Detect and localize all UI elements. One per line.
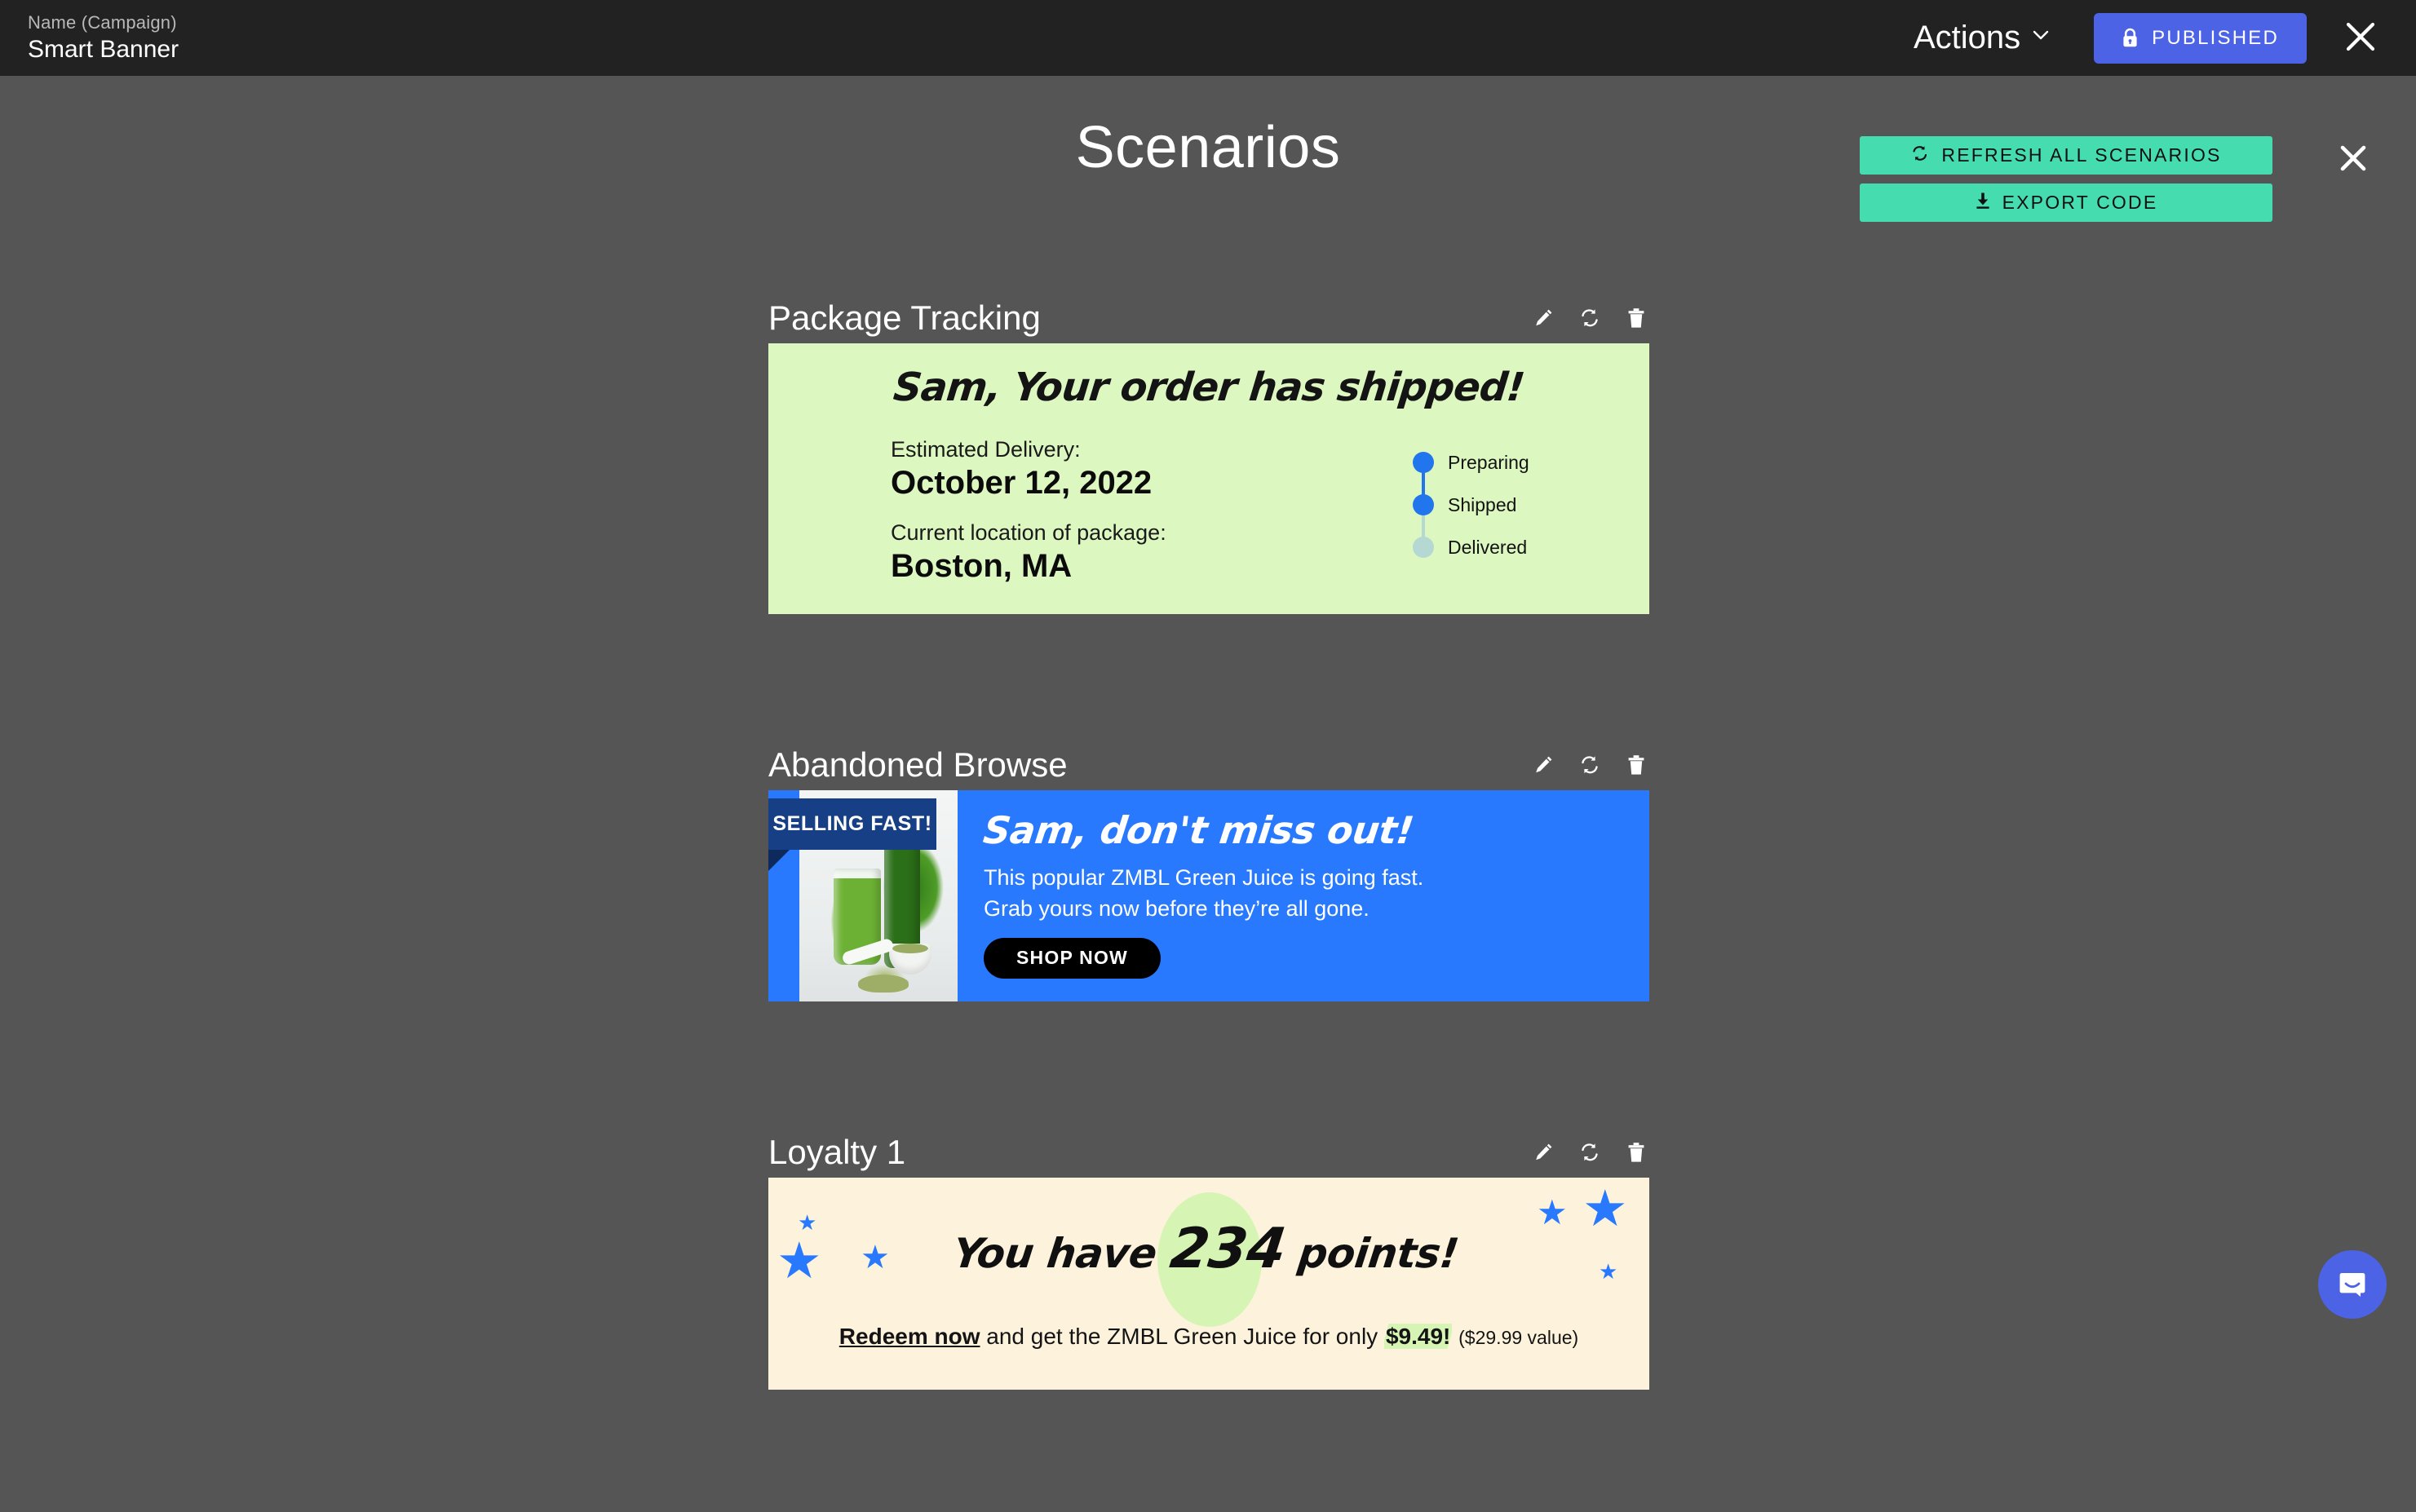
scenario-list: Package Tracking Sam, Your order has shi… — [768, 290, 1649, 1512]
powder-bowl-shape — [889, 944, 931, 975]
scenario-header: Package Tracking — [768, 290, 1649, 335]
current-location-label: Current location of package: — [891, 519, 1166, 545]
scenario-title: Package Tracking — [768, 298, 1041, 337]
timeline-step: Delivered — [1413, 526, 1529, 568]
edit-scenario-button[interactable] — [1530, 1139, 1556, 1165]
trash-icon — [1627, 754, 1645, 776]
banner-headline: Sam, don't miss out! — [980, 808, 1417, 852]
banner-headline: You have 234 points! — [768, 1178, 1649, 1281]
banner-offer-line: Redeem now and get the ZMBL Green Juice … — [768, 1324, 1649, 1350]
redeem-now-link[interactable]: Redeem now — [839, 1324, 980, 1349]
refresh-icon — [1578, 1142, 1601, 1163]
timeline-step: Shipped — [1413, 484, 1529, 544]
delete-scenario-button[interactable] — [1623, 752, 1649, 778]
published-status-button[interactable]: PUBLISHED — [2094, 12, 2307, 64]
banner-subline-1: This popular ZMBL Green Juice is going f… — [984, 865, 1424, 890]
download-icon — [1975, 192, 1991, 214]
scenario-abandoned-browse: Abandoned Browse SELLING FAST! Sam, don'… — [768, 736, 1649, 1001]
scenario-header: Loyalty 1 — [768, 1124, 1649, 1169]
topbar-right-group: Actions PUBLISHED — [1894, 1, 2398, 76]
headline-prefix: You have — [950, 1230, 1174, 1277]
close-campaign-button[interactable] — [2323, 1, 2398, 76]
offer-value-note: ($29.99 value) — [1458, 1327, 1579, 1348]
powder-pile-shape — [858, 975, 909, 993]
close-icon — [2343, 20, 2378, 56]
panel-actions: REFRESH ALL SCENARIOS EXPORT CODE — [1860, 136, 2272, 222]
scenario-title: Abandoned Browse — [768, 745, 1068, 784]
selling-fast-label: SELLING FAST! — [772, 812, 932, 835]
product-media: SELLING FAST! — [768, 790, 958, 1001]
banner-subline-2: Grab yours now before they’re all gone. — [984, 896, 1370, 922]
delete-scenario-button[interactable] — [1623, 1139, 1649, 1165]
package-tracking-banner: Sam, Your order has shipped! Estimated D… — [768, 343, 1649, 614]
current-location-value: Boston, MA — [891, 547, 1073, 584]
offer-price: $9.49! — [1383, 1324, 1453, 1349]
scenario-action-icons — [1530, 752, 1649, 782]
banner-body: Estimated Delivery: October 12, 2022 Cur… — [768, 436, 1649, 603]
timeline-dot-active — [1413, 452, 1434, 473]
export-code-button[interactable]: EXPORT CODE — [1860, 183, 2272, 222]
close-icon — [2338, 143, 2369, 176]
banner-copy: Sam, don't miss out! This popular ZMBL G… — [958, 790, 1423, 1001]
refresh-icon — [1910, 144, 1930, 167]
export-code-label: EXPORT CODE — [2002, 192, 2158, 213]
refresh-scenario-button[interactable] — [1577, 752, 1603, 778]
delivery-details: Estimated Delivery: October 12, 2022 Cur… — [891, 436, 1413, 603]
chat-launcher-button[interactable] — [2318, 1250, 2387, 1319]
pencil-icon — [1533, 1142, 1554, 1163]
app-topbar: Name (Campaign) Smart Banner Actions PUB… — [0, 0, 2416, 76]
headline-suffix: points! — [1281, 1230, 1462, 1277]
scenario-header: Abandoned Browse — [768, 736, 1649, 782]
refresh-all-scenarios-label: REFRESH ALL SCENARIOS — [1941, 144, 2222, 166]
shop-now-button[interactable]: SHOP NOW — [984, 937, 1161, 979]
refresh-icon — [1578, 754, 1601, 776]
pencil-icon — [1533, 754, 1554, 776]
edit-scenario-button[interactable] — [1530, 752, 1556, 778]
scenario-action-icons — [1530, 1139, 1649, 1169]
trash-icon — [1627, 307, 1645, 329]
timeline-label: Shipped — [1448, 493, 1517, 515]
shipping-timeline: Preparing Shipped Delivered — [1413, 436, 1529, 603]
timeline-step: Preparing — [1413, 441, 1529, 502]
campaign-name-value: Smart Banner — [28, 36, 179, 64]
estimated-delivery-value: October 12, 2022 — [891, 464, 1153, 501]
scenario-action-icons — [1530, 305, 1649, 335]
delete-scenario-button[interactable] — [1623, 305, 1649, 331]
abandoned-browse-banner: SELLING FAST! Sam, don't miss out! This … — [768, 790, 1649, 1001]
actions-menu-label: Actions — [1913, 20, 2021, 55]
chevron-down-icon — [2032, 26, 2050, 44]
scenario-title: Loyalty 1 — [768, 1133, 906, 1171]
scenario-package-tracking: Package Tracking Sam, Your order has shi… — [768, 290, 1649, 614]
points-value: 234 — [1166, 1217, 1290, 1281]
actions-menu-button[interactable]: Actions — [1894, 15, 2069, 61]
published-status-label: PUBLISHED — [2152, 26, 2279, 49]
edit-scenario-button[interactable] — [1530, 305, 1556, 331]
timeline-dot-active — [1413, 494, 1434, 515]
lock-icon — [2122, 28, 2139, 48]
refresh-all-scenarios-button[interactable]: REFRESH ALL SCENARIOS — [1860, 136, 2272, 175]
pencil-icon — [1533, 307, 1554, 329]
selling-fast-ribbon: SELLING FAST! — [768, 798, 936, 871]
scenario-loyalty-1: Loyalty 1 ★ ★ ★ ★ ★ ★ You have 234 point… — [768, 1124, 1649, 1390]
refresh-scenario-button[interactable] — [1577, 305, 1603, 331]
offer-mid-text: and get the ZMBL Green Juice for only — [980, 1324, 1384, 1349]
refresh-icon — [1578, 307, 1601, 329]
campaign-name-label: Name (Campaign) — [28, 11, 177, 33]
trash-icon — [1627, 1142, 1645, 1163]
timeline-label: Preparing — [1448, 451, 1529, 473]
loyalty-banner: ★ ★ ★ ★ ★ ★ You have 234 points! Redeem … — [768, 1178, 1649, 1390]
timeline-label: Delivered — [1448, 536, 1528, 558]
campaign-meta: Name (Campaign) Smart Banner — [28, 11, 179, 64]
banner-headline: Sam, Your order has shipped! — [891, 365, 1527, 410]
chat-bubble-icon — [2335, 1267, 2370, 1303]
timeline-dot-inactive — [1413, 537, 1434, 558]
refresh-scenario-button[interactable] — [1577, 1139, 1603, 1165]
estimated-delivery-label: Estimated Delivery: — [891, 437, 1081, 462]
close-scenarios-panel-button[interactable] — [2329, 135, 2378, 183]
